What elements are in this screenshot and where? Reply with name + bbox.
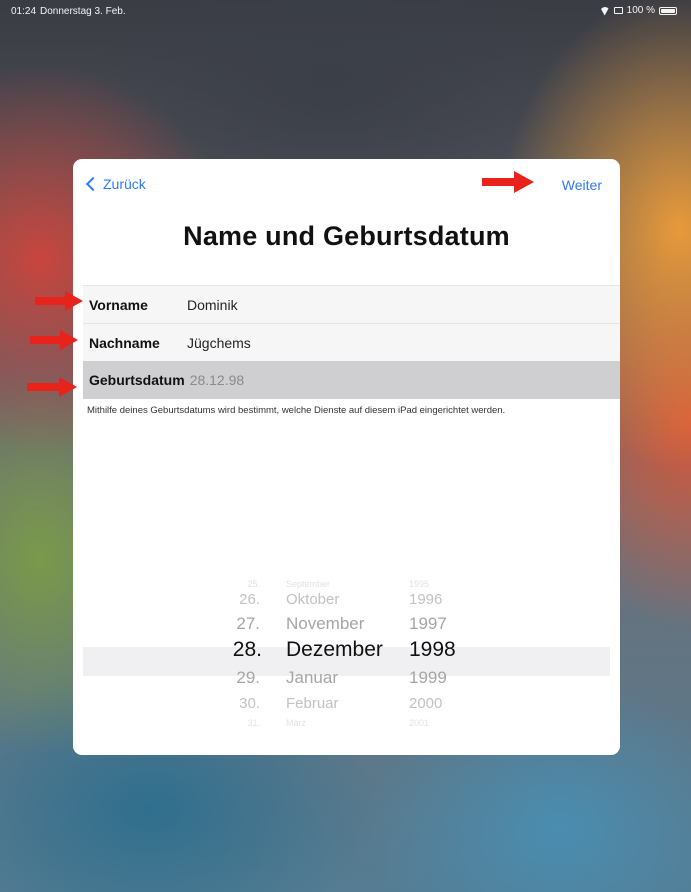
last-name-row[interactable]: Nachname Jügchems [83,323,620,361]
picker-year: 2001 [409,718,430,728]
first-name-field[interactable]: Dominik [187,297,238,313]
picker-day: 31. [247,718,260,728]
picker-year: 1999 [409,668,447,687]
picker-month: März [286,718,306,728]
status-date: Donnerstag 3. Feb. [40,6,126,17]
picker-month: Februar [286,694,339,712]
picker-month: November [286,614,365,633]
picker-year: 1995 [409,579,430,589]
next-button[interactable]: Weiter [562,177,602,193]
birthdate-field[interactable]: 28.12.98 [190,372,245,388]
page-title: Name und Geburtsdatum [183,221,510,251]
picker-month: September [286,579,331,589]
status-indicators: 100 % [600,5,677,16]
picker-year: 1996 [409,590,443,608]
picker-month: Dezember [286,638,383,661]
annotation-arrow-icon [35,290,83,312]
last-name-field[interactable]: Jügchems [187,335,251,351]
battery-percent: 100 % [626,5,655,16]
first-name-row[interactable]: Vorname Dominik [83,285,620,323]
picker-day: 29. [236,668,260,687]
date-picker[interactable]: 25. September 1995 26. Oktober 1996 27. … [83,579,620,734]
wifi-icon [600,7,610,15]
picker-year: 2000 [409,694,443,712]
annotation-arrow-icon [482,170,534,194]
picker-year: 1997 [409,614,447,633]
last-name-label: Nachname [89,334,160,351]
back-label: Zurück [103,176,146,192]
status-time: 01:24 [11,6,37,17]
picker-day: 30. [239,694,260,712]
picker-day: 27. [236,614,260,633]
birthdate-hint: Mithilfe deines Geburtsdatums wird besti… [87,405,506,416]
picker-month: Oktober [286,590,340,608]
battery-icon [659,6,677,15]
annotation-arrow-icon [27,376,77,398]
back-button[interactable]: Zurück [85,176,146,192]
annotation-arrow-icon [30,329,78,351]
status-bar: 01:24 Donnerstag 3. Feb. 100 % [0,0,691,24]
screen-mirroring-icon [613,7,623,14]
birthdate-row[interactable]: Geburtsdatum 28.12.98 [83,361,620,399]
picker-year: 1998 [409,638,456,661]
picker-day: 25. [247,579,260,589]
picker-day: 26. [239,590,260,608]
picker-month: Januar [286,668,338,687]
picker-day: 28. [232,638,262,661]
chevron-left-icon [85,176,101,192]
setup-sheet: Zurück Weiter Name und Geburtsdatum Vorn… [73,159,620,755]
birthdate-label: Geburtsdatum [89,372,185,388]
first-name-label: Vorname [89,296,148,313]
